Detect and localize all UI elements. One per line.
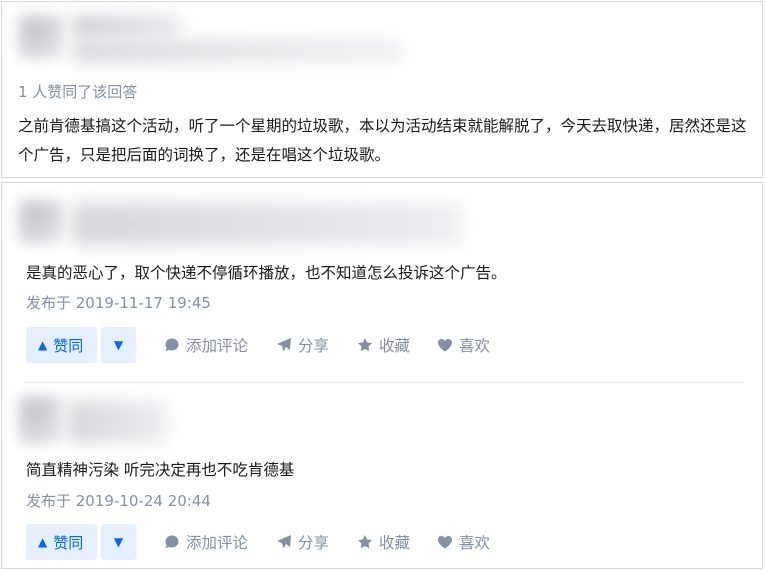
share-label: 分享 (298, 534, 330, 552)
favorite-button[interactable]: 收藏 (357, 531, 410, 553)
comment-action-bar: ▲ 赞同 ▼ 添加评论 分享 收藏 喜欢 (26, 327, 490, 363)
like-button[interactable]: 喜欢 (437, 334, 490, 356)
favorite-label: 收藏 (379, 534, 411, 552)
add-comment-label: 添加评论 (186, 534, 249, 552)
comments-card: 是真的恶心了，取个快递不停循环播放，也不知道怎么投诉这个广告。 发布于 2019… (1, 182, 763, 569)
upvote-label: 赞同 (53, 533, 84, 552)
favorite-label: 收藏 (379, 337, 411, 355)
upvote-button[interactable]: ▲ 赞同 (26, 524, 97, 560)
triangle-down-icon: ▼ (113, 338, 124, 352)
favorite-button[interactable]: 收藏 (357, 334, 410, 356)
heart-icon (438, 536, 453, 549)
upvote-button[interactable]: ▲ 赞同 (26, 327, 97, 363)
downvote-button[interactable]: ▼ (101, 524, 136, 560)
comment-date[interactable]: 发布于 2019-10-24 20:44 (26, 490, 211, 511)
commenter-avatar[interactable] (20, 201, 62, 243)
comment-text: 简直精神污染 听完决定再也不吃肯德基 (26, 461, 295, 479)
share-icon (277, 338, 292, 352)
comment-icon (165, 338, 179, 352)
triangle-down-icon: ▼ (113, 535, 124, 549)
share-icon (277, 535, 292, 549)
star-icon (358, 338, 373, 352)
like-button[interactable]: 喜欢 (437, 531, 490, 553)
heart-icon (438, 339, 453, 352)
commenter-name-blurred[interactable] (68, 401, 168, 443)
comment-action-bar: ▲ 赞同 ▼ 添加评论 分享 收藏 喜欢 (26, 524, 490, 560)
commenter-name-blurred[interactable] (72, 203, 462, 245)
author-avatar[interactable] (20, 16, 62, 58)
comment-text: 是真的恶心了，取个快递不停循环播放，也不知道怎么投诉这个广告。 (26, 264, 507, 282)
author-bio-blurred (72, 40, 402, 62)
answer-card: 1 人赞同了该回答 之前肯德基搞这个活动，听了一个星期的垃圾歌，本以为活动结束就… (1, 1, 763, 178)
comment-divider (24, 382, 744, 383)
upvote-label: 赞同 (53, 336, 84, 355)
share-button[interactable]: 分享 (276, 334, 329, 356)
like-label: 喜欢 (459, 337, 491, 355)
triangle-up-icon: ▲ (38, 338, 48, 352)
add-comment-button[interactable]: 添加评论 (164, 531, 248, 553)
commenter-avatar[interactable] (20, 397, 60, 443)
add-comment-label: 添加评论 (186, 337, 249, 355)
vote-count-text: 1 人赞同了该回答 (18, 83, 138, 101)
share-label: 分享 (298, 337, 330, 355)
downvote-button[interactable]: ▼ (101, 327, 136, 363)
author-name-blurred[interactable] (72, 16, 182, 36)
star-icon (358, 535, 373, 549)
comment-date[interactable]: 发布于 2019-11-17 19:45 (26, 292, 211, 313)
add-comment-button[interactable]: 添加评论 (164, 334, 248, 356)
triangle-up-icon: ▲ (38, 535, 48, 549)
answer-body: 之前肯德基搞这个活动，听了一个星期的垃圾歌，本以为活动结束就能解脱了，今天去取快… (18, 117, 747, 164)
comment-icon (165, 535, 179, 549)
share-button[interactable]: 分享 (276, 531, 329, 553)
like-label: 喜欢 (459, 534, 491, 552)
